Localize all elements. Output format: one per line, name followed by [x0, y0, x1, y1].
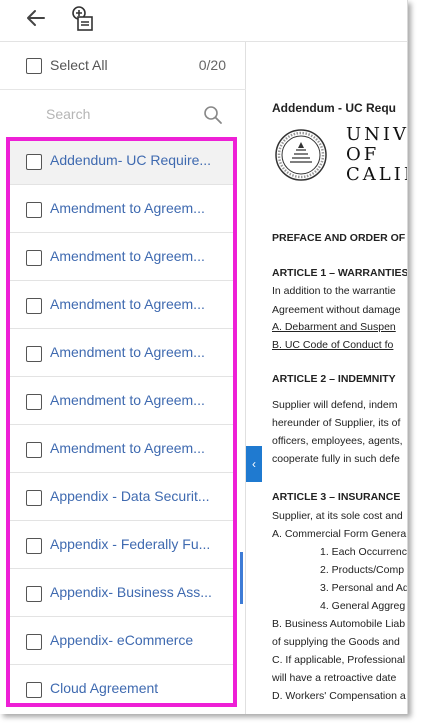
list-item[interactable]: Amendment to Agreem... [10, 377, 237, 425]
doc-text-line: 3. Personal and Ad [320, 582, 408, 594]
university-seal-icon [275, 129, 327, 181]
item-checkbox[interactable] [26, 538, 42, 554]
add-document-button[interactable] [70, 3, 98, 33]
collapse-sidebar-button[interactable]: ‹ [246, 446, 262, 482]
list-item[interactable]: Amendment to Agreem... [10, 185, 237, 233]
list-item[interactable]: Cloud Agreement [10, 665, 237, 703]
doc-text-line: hereunder of Supplier, its of [272, 417, 401, 429]
list-item[interactable]: Amendment to Agreem... [10, 233, 237, 281]
list-item-label[interactable]: Amendment to Agreem... [50, 392, 233, 408]
selection-count: 0/20 [198, 57, 226, 73]
list-item-label[interactable]: Amendment to Agreem... [50, 344, 233, 360]
list-item-label[interactable]: Addendum- UC Require... [50, 152, 233, 168]
document-list: Addendum- UC Require... Amendment to Agr… [10, 137, 237, 703]
doc-text-line: 1. Each Occurrenc [320, 546, 407, 558]
list-item[interactable]: Appendix- eCommerce [10, 617, 237, 665]
doc-text-line: of supplying the Goods and [272, 636, 400, 648]
logo-text-line-3: CALIFO [346, 164, 407, 185]
arrow-left-icon [27, 10, 45, 26]
doc-text-line: D. Workers' Compensation a [272, 690, 406, 702]
list-item[interactable]: Appendix - Data Securit... [10, 473, 237, 521]
document-add-icon [72, 6, 93, 31]
item-checkbox[interactable] [26, 682, 42, 698]
item-checkbox[interactable] [26, 442, 42, 458]
item-checkbox[interactable] [26, 346, 42, 362]
list-item[interactable]: Amendment to Agreem... [10, 329, 237, 377]
list-item-label[interactable]: Cloud Agreement [50, 680, 233, 696]
doc-heading: PREFACE AND ORDER OF PR [272, 232, 408, 244]
doc-text-line: will have a retroactive date [272, 672, 397, 684]
item-checkbox[interactable] [26, 634, 42, 650]
logo-text-line-2: OF [346, 144, 380, 165]
item-checkbox[interactable] [26, 586, 42, 602]
doc-text-line: Supplier will defend, indem [272, 399, 398, 411]
search-input[interactable] [46, 100, 196, 128]
list-item[interactable]: Amendment to Agreem... [10, 281, 237, 329]
list-item-label[interactable]: Amendment to Agreem... [50, 200, 233, 216]
search-row [0, 90, 246, 138]
list-item[interactable]: Amendment to Agreem... [10, 425, 237, 473]
list-item[interactable]: Addendum- UC Require... [10, 137, 237, 185]
document-sidebar: Select All 0/20 Addendum- UC Require... … [0, 42, 246, 714]
list-scrollbar[interactable] [240, 552, 243, 604]
list-item[interactable]: Appendix- Business Ass... [10, 569, 237, 617]
logo-text-line-1: UNIVE [346, 124, 408, 145]
list-item[interactable]: Appendix - Federally Fu... [10, 521, 237, 569]
toolbar [0, 0, 407, 42]
doc-text-line: B. Business Automobile Liab [272, 618, 406, 630]
search-icon[interactable] [202, 104, 224, 126]
list-item-label[interactable]: Appendix- eCommerce [50, 632, 233, 648]
doc-text-line: Supplier, at its sole cost and [272, 510, 403, 522]
doc-heading: ARTICLE 1 – WARRANTIES [272, 267, 408, 279]
document-title: Addendum - UC Requ [272, 101, 396, 115]
select-all-row[interactable]: Select All 0/20 [0, 42, 246, 90]
item-checkbox[interactable] [26, 202, 42, 218]
doc-heading: ARTICLE 2 – INDEMNITY [272, 373, 396, 385]
back-button[interactable] [22, 6, 50, 30]
item-checkbox[interactable] [26, 490, 42, 506]
item-checkbox[interactable] [26, 298, 42, 314]
list-item-label[interactable]: Amendment to Agreem... [50, 296, 233, 312]
list-item-label[interactable]: Appendix - Federally Fu... [50, 536, 233, 552]
doc-heading: ARTICLE 3 – INSURANCE [272, 491, 401, 503]
select-all-checkbox[interactable] [26, 58, 42, 74]
doc-text-line: Agreement without damage [272, 304, 401, 316]
list-item-label[interactable]: Appendix - Data Securit... [50, 488, 233, 504]
item-checkbox[interactable] [26, 154, 42, 170]
app-window: Select All 0/20 Addendum- UC Require... … [0, 0, 408, 714]
doc-text-line: cooperate fully in such defe [272, 453, 400, 465]
doc-text-line: C. If applicable, Professional [272, 654, 406, 666]
list-item-label[interactable]: Appendix- Business Ass... [50, 584, 233, 600]
list-item-label[interactable]: Amendment to Agreem... [50, 248, 233, 264]
item-checkbox[interactable] [26, 394, 42, 410]
doc-text-line: officers, employees, agents, [272, 435, 403, 447]
doc-text-line: 2. Products/Comp [320, 564, 405, 576]
list-item-label[interactable]: Amendment to Agreem... [50, 440, 233, 456]
doc-link-line[interactable]: B. UC Code of Conduct fo [272, 339, 393, 351]
chevron-left-icon: ‹ [252, 457, 256, 471]
select-all-label: Select All [50, 57, 108, 73]
doc-text-line: 4. General Aggreg [320, 600, 406, 612]
document-preview: Addendum - UC Requ UNIVE OF CALIFO PREFA… [262, 42, 408, 714]
doc-link-line[interactable]: A. Debarment and Suspen [272, 321, 396, 333]
item-checkbox[interactable] [26, 250, 42, 266]
doc-text-line: In addition to the warrantie [272, 285, 396, 297]
doc-text-line: A. Commercial Form Genera [272, 528, 407, 540]
